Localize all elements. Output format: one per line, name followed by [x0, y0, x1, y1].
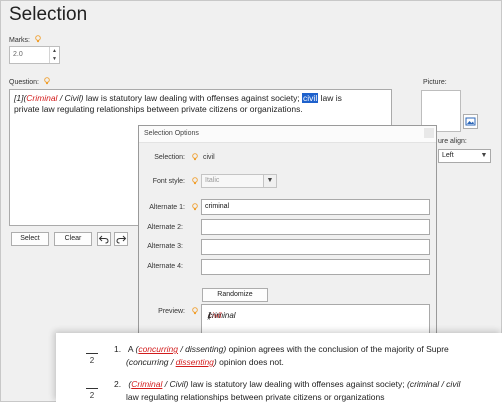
alternate-4-input[interactable]: [201, 259, 430, 275]
output-item-1: 1. A (concurring / dissenting) opinion a…: [114, 343, 449, 356]
question-middle: law is statutory law dealing with offens…: [83, 93, 303, 103]
alternate-3-input[interactable]: [201, 239, 430, 255]
question-alt-criminal: Criminal: [26, 93, 58, 103]
selection-label: Selection:: [154, 154, 185, 161]
item-2-number: 2.: [114, 379, 122, 389]
lightbulb-icon: [35, 35, 41, 43]
item-2-tail: (criminal / civil: [406, 379, 461, 389]
item-1-number: 1.: [114, 344, 122, 354]
chevron-down-icon[interactable]: ▼: [50, 55, 59, 63]
chevron-up-icon[interactable]: ▲: [50, 47, 59, 55]
picture-align-label: ure align:: [438, 138, 467, 145]
chevron-down-icon[interactable]: ▼: [263, 175, 276, 187]
question-line2: private law regulating relationships bet…: [14, 104, 303, 114]
page-title: Selection: [9, 4, 88, 25]
preview-close: ): [208, 311, 211, 320]
clear-button-label: Clear: [64, 235, 82, 242]
question-selected-word[interactable]: civil: [302, 93, 319, 103]
question-sep: /: [57, 93, 65, 103]
question-suffix: law is: [318, 93, 342, 103]
item-1-alt-a: concurring: [138, 344, 178, 354]
selection-value: civil: [203, 154, 215, 161]
marks-value: 2.0: [13, 51, 23, 58]
item-1-alt-b: dissenting: [185, 344, 224, 354]
item-2-alt-b: Civil: [169, 379, 186, 389]
question-text: [1](Criminal / Civil) law is statutory l…: [14, 93, 388, 115]
marks-label: Marks:: [9, 35, 41, 44]
question-label: Question:: [9, 77, 50, 86]
randomize-button[interactable]: Randomize: [202, 288, 268, 302]
output-preview: 2 1. A (concurring / dissenting) opinion…: [56, 333, 502, 402]
question-alt-civil: Civil: [64, 93, 81, 103]
item-1-l2-text: opinion does not.: [216, 357, 284, 367]
item-1-text: opinion agrees with the conclusion of th…: [226, 344, 449, 354]
item-1-mark-number: 2: [86, 353, 98, 365]
question-label-text: Question:: [9, 79, 39, 86]
alternate-3-label: Alternate 3:: [147, 243, 183, 250]
close-icon[interactable]: [424, 128, 434, 138]
selection-options-dialog: Selection Options Selection: civil Font …: [138, 125, 437, 340]
redo-icon: [116, 235, 127, 244]
select-button-label: Select: [20, 235, 40, 242]
lightbulb-icon: [192, 203, 198, 211]
preview-alt-b: criminal: [208, 311, 236, 320]
redo-button[interactable]: [114, 232, 128, 246]
item-1-l2-alt-b: dissenting: [175, 357, 214, 367]
output-item-2-line2: law regulating relationships between pri…: [126, 392, 385, 402]
randomize-button-label: Randomize: [217, 291, 253, 298]
picture-label: Picture:: [423, 79, 447, 86]
undo-icon: [98, 235, 109, 244]
marks-stepper-arrows[interactable]: ▲ ▼: [49, 47, 59, 63]
lightbulb-icon: [192, 153, 198, 161]
marks-label-text: Marks:: [9, 37, 30, 44]
alternate-1-input[interactable]: criminal: [201, 199, 430, 215]
clear-button[interactable]: Clear: [54, 232, 92, 246]
item-2-text: law is statutory law dealing with offens…: [188, 379, 407, 389]
picture-align-value: Left: [442, 152, 454, 159]
alternate-2-input[interactable]: [201, 219, 430, 235]
item-2-mark-number: 2: [86, 388, 98, 400]
font-style-select[interactable]: Italic ▼: [201, 174, 277, 188]
item-1-l2-sep: /: [168, 357, 176, 367]
preview-label: Preview:: [158, 308, 185, 315]
alternate-2-label: Alternate 2:: [147, 224, 183, 231]
item-1-l2-alt-a: concurring: [128, 357, 169, 367]
insert-picture-button[interactable]: [463, 114, 478, 129]
alternate-1-label: Alternate 1:: [149, 204, 185, 211]
chevron-down-icon[interactable]: ▼: [478, 150, 490, 162]
dialog-title: Selection Options: [144, 130, 199, 137]
font-style-value: Italic: [205, 177, 220, 184]
marks-stepper[interactable]: 2.0 ▲ ▼: [9, 46, 60, 64]
dialog-titlebar[interactable]: Selection Options: [139, 126, 436, 143]
lightbulb-icon: [192, 177, 198, 185]
lightbulb-icon: [44, 77, 50, 85]
question-prefix: [1](: [14, 93, 27, 103]
alternate-4-label: Alternate 4:: [147, 263, 183, 270]
lightbulb-icon: [192, 307, 198, 315]
item-2-alt-a: Criminal: [131, 379, 163, 389]
output-item-1-line2: (concurring / dissenting) opinion does n…: [126, 356, 284, 369]
output-item-2: 2. (Criminal / Civil) law is statutory l…: [114, 378, 460, 391]
picture-align-select[interactable]: Left ▼: [438, 149, 491, 163]
image-icon: [465, 117, 476, 126]
select-button[interactable]: Select: [11, 232, 49, 246]
font-style-label: Font style:: [152, 178, 185, 185]
undo-button[interactable]: [97, 232, 111, 246]
